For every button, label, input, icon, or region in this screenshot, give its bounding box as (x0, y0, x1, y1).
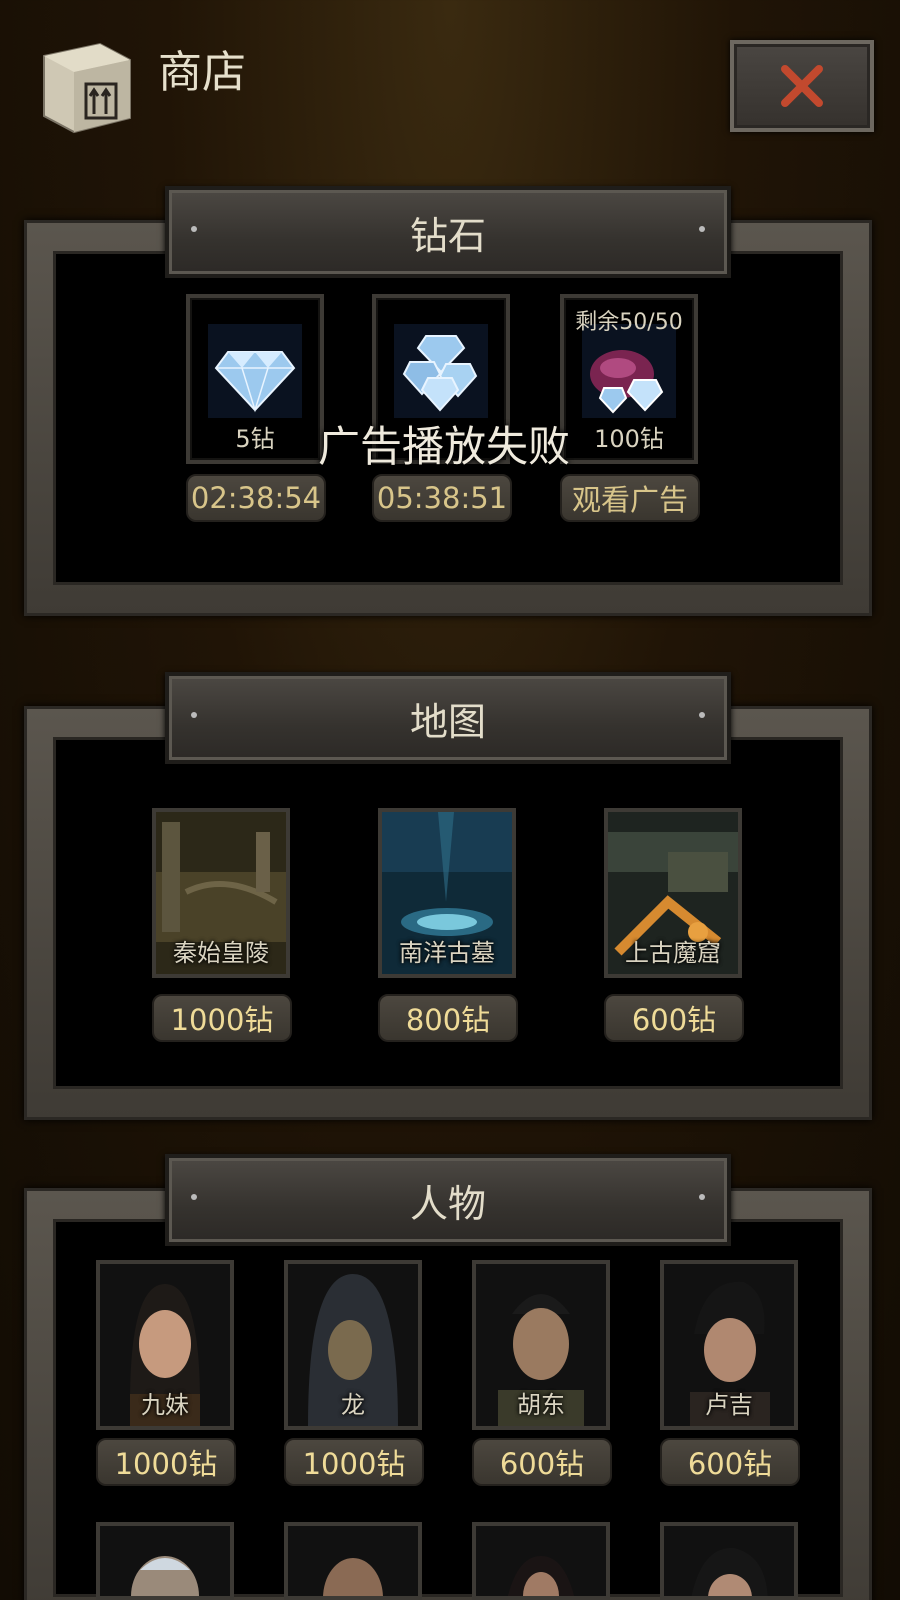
timer-button[interactable]: 05:38:51 (372, 474, 512, 522)
character-portrait (476, 1526, 606, 1596)
close-button[interactable] (730, 40, 874, 132)
character-portrait (664, 1526, 794, 1596)
character-price-button[interactable]: 1000钻 (96, 1438, 236, 1486)
character-item[interactable] (96, 1522, 234, 1600)
map-price-button[interactable]: 800钻 (378, 994, 518, 1042)
page-title: 商店 (158, 47, 246, 98)
close-icon (781, 65, 823, 107)
map-item[interactable]: 上古魔窟 (604, 808, 742, 978)
character-price-button[interactable]: 600钻 (472, 1438, 612, 1486)
map-price-button[interactable]: 600钻 (604, 994, 744, 1042)
diamond-section-header: 钻石 (165, 186, 731, 278)
character-item[interactable]: 龙 (284, 1260, 422, 1430)
character-item[interactable] (660, 1522, 798, 1600)
ad-failed-toast: 广告播放失败 (318, 422, 571, 471)
character-price-button[interactable]: 1000钻 (284, 1438, 424, 1486)
character-item[interactable]: 胡东 (472, 1260, 610, 1430)
character-portrait (288, 1526, 418, 1596)
diamond-item-bag[interactable]: 剩余50/50 100钻 (560, 294, 698, 464)
map-price-button[interactable]: 1000钻 (152, 994, 292, 1042)
map-item[interactable]: 秦始皇陵 (152, 808, 290, 978)
character-price-button[interactable]: 600钻 (660, 1438, 800, 1486)
character-item[interactable] (472, 1522, 610, 1600)
timer-button[interactable]: 02:38:54 (186, 474, 326, 522)
character-name: 胡东 (517, 1391, 565, 1419)
map-section-header: 地图 (165, 672, 731, 764)
character-section-header: 人物 (165, 1154, 731, 1246)
character-portrait (100, 1526, 230, 1596)
map-name: 南洋古墓 (399, 939, 495, 967)
map-item[interactable]: 南洋古墓 (378, 808, 516, 978)
box-icon (38, 38, 134, 134)
map-name: 秦始皇陵 (173, 939, 269, 967)
map-name: 上古魔窟 (625, 939, 721, 967)
character-name: 卢吉 (705, 1391, 753, 1419)
character-item[interactable]: 九妹 (96, 1260, 234, 1430)
character-name: 龙 (341, 1391, 365, 1419)
diamond-item-small[interactable]: 5钻 (186, 294, 324, 464)
remaining-count-label: 剩余50/50 (575, 310, 683, 335)
character-item[interactable]: 卢吉 (660, 1260, 798, 1430)
character-item[interactable] (284, 1522, 422, 1600)
watch-ad-button[interactable]: 观看广告 (560, 474, 700, 522)
diamond-amount-label: 5钻 (235, 425, 275, 453)
character-name: 九妹 (141, 1391, 189, 1419)
diamond-amount-label: 100钻 (594, 425, 664, 453)
